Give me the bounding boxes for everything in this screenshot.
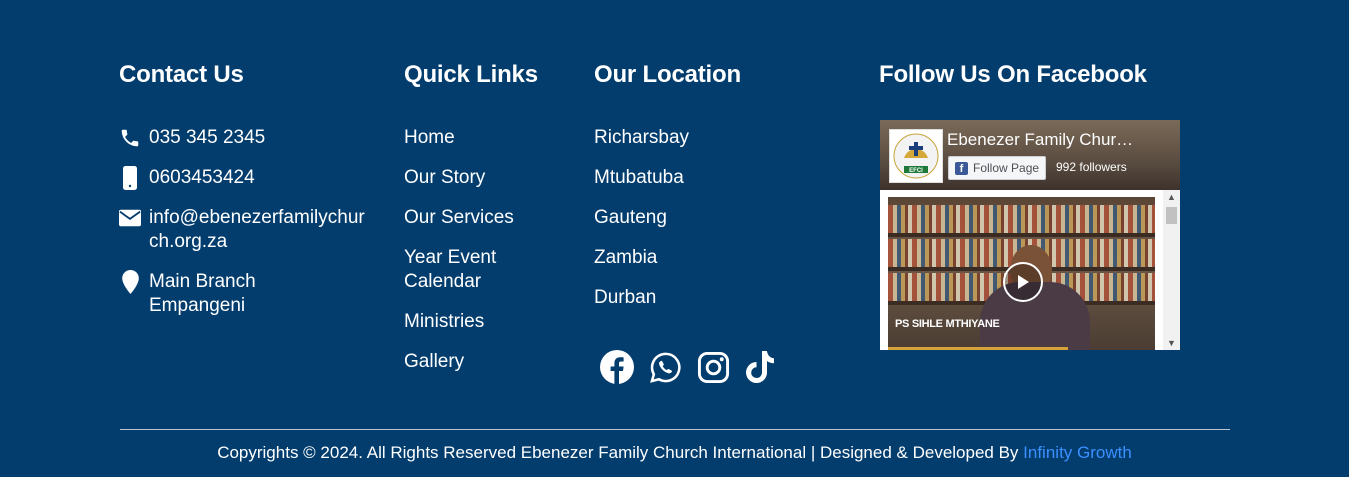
tiktok-icon[interactable]	[743, 348, 779, 386]
contact-address-text: Main Branch Empangeni	[149, 271, 256, 316]
church-logo[interactable]: EFCI	[889, 129, 943, 183]
envelope-icon	[119, 206, 141, 230]
link-our-services[interactable]: Our Services	[404, 206, 574, 230]
footer-divider	[120, 429, 1230, 430]
location-mtubatuba[interactable]: Mtubatuba	[594, 166, 854, 190]
contact-address: Main Branch Empangeni	[119, 270, 389, 318]
facebook-icon[interactable]	[599, 348, 635, 386]
location-heading: Our Location	[594, 61, 741, 88]
video-progress-bar	[888, 347, 1068, 350]
whatsapp-icon[interactable]	[647, 348, 683, 386]
church-logo-text: EFCI	[909, 168, 923, 174]
facebook-section: Follow Us On Facebook	[879, 60, 1199, 90]
video-caption: PS SIHLE MTHIYANE	[895, 318, 1000, 330]
link-our-story[interactable]: Our Story	[404, 166, 574, 190]
copyright-bar: Copyrights © 2024. All Rights Reserved E…	[0, 441, 1349, 465]
facebook-cover: EFCI Ebenezer Family Chur… f Follow Page…	[880, 120, 1180, 190]
followers-count: 992 followers	[1056, 160, 1127, 174]
facebook-small-icon: f	[955, 161, 968, 175]
link-year-event-calendar[interactable]: Year Event Calendar	[404, 246, 524, 294]
link-ministries[interactable]: Ministries	[404, 310, 574, 334]
location-durban[interactable]: Durban	[594, 286, 854, 310]
developer-credit-link[interactable]: Infinity Growth	[1023, 443, 1132, 462]
map-marker-icon	[119, 270, 141, 294]
contact-mobile[interactable]: 0603453424	[119, 166, 389, 190]
facebook-page-widget[interactable]: EFCI Ebenezer Family Chur… f Follow Page…	[880, 120, 1180, 350]
widget-scrollbar[interactable]: ▲ ▼	[1163, 190, 1180, 350]
contact-email[interactable]: info@ebenezerfamilychurch.org.za	[119, 206, 389, 254]
mobile-icon	[119, 166, 141, 190]
scroll-up-icon[interactable]: ▲	[1163, 190, 1180, 204]
copyright-text: Copyrights © 2024. All Rights Reserved E…	[217, 443, 1024, 462]
facebook-video-post[interactable]: PS SIHLE MTHIYANE	[888, 197, 1155, 350]
contact-heading: Contact Us	[119, 61, 244, 88]
bookshelf-row	[888, 205, 1155, 233]
contact-email-text: info@ebenezerfamilychurch.org.za	[149, 207, 365, 252]
location-richarsbay[interactable]: Richarsbay	[594, 126, 854, 150]
location-section: Our Location Richarsbay Mtubatuba Gauten…	[594, 60, 854, 326]
link-gallery[interactable]: Gallery	[404, 350, 574, 374]
follow-page-label: Follow Page	[973, 161, 1040, 175]
contact-phone-text: 035 345 2345	[149, 127, 266, 148]
play-icon[interactable]	[1003, 262, 1043, 302]
social-icons	[599, 348, 779, 386]
scrollbar-thumb[interactable]	[1166, 207, 1177, 224]
location-gauteng[interactable]: Gauteng	[594, 206, 854, 230]
follow-page-button[interactable]: f Follow Page	[948, 156, 1047, 180]
facebook-page-name[interactable]: Ebenezer Family Chur…	[947, 130, 1152, 150]
scroll-down-icon[interactable]: ▼	[1163, 336, 1180, 350]
phone-icon	[119, 126, 141, 150]
quick-links-section: Quick Links Home Our Story Our Services …	[404, 60, 574, 390]
quick-links-heading: Quick Links	[404, 61, 538, 88]
link-home[interactable]: Home	[404, 126, 574, 150]
contact-phone[interactable]: 035 345 2345	[119, 126, 389, 150]
facebook-heading: Follow Us On Facebook	[879, 61, 1147, 88]
contact-mobile-text: 0603453424	[149, 167, 255, 188]
contact-section: Contact Us 035 345 2345 0603453424 info@…	[119, 60, 389, 334]
instagram-icon[interactable]	[695, 348, 731, 386]
bookshelf-shelf	[888, 233, 1155, 237]
location-zambia[interactable]: Zambia	[594, 246, 854, 270]
